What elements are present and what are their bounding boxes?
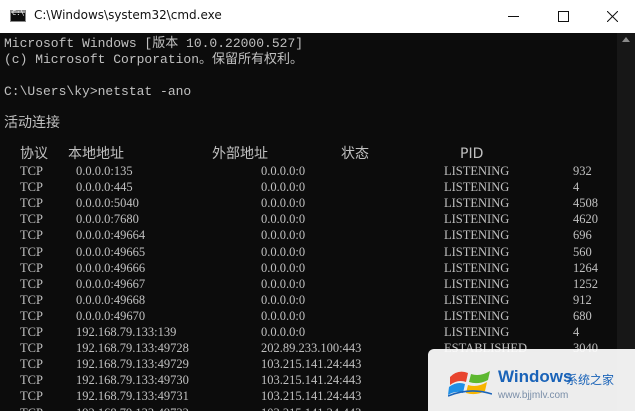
row-protocol: TCP	[20, 292, 43, 307]
header-protocol: 协议	[20, 146, 48, 162]
header-pid: PID	[460, 146, 484, 162]
row-pid: 4	[573, 180, 580, 195]
row-local-address: 192.168.79.133:49729	[76, 357, 189, 372]
row-foreign-address: 0.0.0.0:0	[261, 244, 306, 259]
row-local-address: 192.168.79.133:49728	[76, 341, 189, 356]
row-protocol: TCP	[20, 164, 43, 178]
cmd-window: C:\Windows\system32\cmd.exe Microsoft Wi…	[0, 0, 635, 411]
row-protocol: TCP	[20, 341, 43, 356]
minimize-button[interactable]	[490, 0, 536, 33]
row-foreign-address: 0.0.0.0:0	[261, 308, 306, 323]
watermark-title: Windows	[498, 367, 573, 386]
row-foreign-address: 0.0.0.0:0	[261, 180, 306, 195]
row-protocol: TCP	[20, 196, 43, 211]
row-pid: 4620	[573, 212, 598, 227]
row-local-address: 192.168.79.133:49731	[76, 389, 189, 404]
row-foreign-address: 0.0.0.0:0	[261, 212, 306, 227]
row-protocol: TCP	[20, 244, 43, 259]
row-local-address: 0.0.0.0:135	[76, 164, 133, 178]
close-icon	[607, 11, 618, 22]
row-foreign-address: 103.215.141.24:443	[261, 357, 362, 372]
row-protocol: TCP	[20, 180, 43, 195]
row-state: LISTENING	[444, 325, 510, 339]
row-foreign-address: 103.215.141.24:443	[261, 373, 362, 388]
row-protocol: TCP	[20, 389, 43, 404]
row-local-address: 0.0.0.0:49670	[76, 308, 146, 323]
row-local-address: 0.0.0.0:7680	[76, 212, 139, 227]
row-state: LISTENING	[444, 308, 510, 323]
site-watermark: Windows 系统之家 www.bjjmlv.com	[428, 349, 635, 411]
row-protocol: TCP	[20, 405, 43, 411]
row-foreign-address: 0.0.0.0:0	[261, 228, 306, 243]
watermark-url: www.bjjmlv.com	[498, 390, 569, 401]
console-app-icon	[10, 9, 26, 22]
row-local-address: 0.0.0.0:49667	[76, 276, 146, 291]
header-foreign-address: 外部地址	[212, 146, 268, 162]
maximize-button[interactable]	[540, 0, 586, 33]
row-local-address: 0.0.0.0:49668	[76, 292, 146, 307]
scroll-up-arrow-icon[interactable]	[622, 37, 630, 42]
row-protocol: TCP	[20, 276, 43, 291]
row-state: LISTENING	[444, 276, 510, 291]
row-local-address: 0.0.0.0:49666	[76, 260, 146, 275]
row-state: LISTENING	[444, 260, 510, 275]
row-protocol: TCP	[20, 228, 43, 243]
row-local-address: 192.168.79.133:139	[76, 325, 177, 339]
row-foreign-address: 103.215.141.24:443	[261, 389, 362, 404]
banner-copyright-line: (c) Microsoft Corporation。保留所有权利。	[4, 52, 304, 67]
title-bar[interactable]: C:\Windows\system32\cmd.exe	[0, 0, 635, 33]
row-pid: 4508	[573, 196, 598, 211]
minimize-icon	[508, 16, 519, 17]
windows-logo-icon	[448, 371, 492, 397]
row-pid: 560	[573, 244, 592, 259]
row-foreign-address: 0.0.0.0:0	[261, 260, 306, 275]
row-pid: 680	[573, 308, 592, 323]
row-protocol: TCP	[20, 325, 43, 339]
row-protocol: TCP	[20, 357, 43, 372]
row-foreign-address: 0.0.0.0:0	[261, 325, 306, 339]
active-connections-title: 活动连接	[4, 115, 60, 131]
window-title: C:\Windows\system32\cmd.exe	[34, 8, 222, 22]
row-state: LISTENING	[444, 244, 510, 259]
row-foreign-address: 202.89.233.100:443	[261, 341, 362, 356]
row-pid: 932	[573, 164, 592, 178]
close-button[interactable]	[589, 0, 635, 33]
row-protocol: TCP	[20, 308, 43, 323]
banner-version-line: Microsoft Windows [版本 10.0.22000.527]	[4, 36, 304, 51]
row-state: LISTENING	[444, 228, 510, 243]
row-foreign-address: 0.0.0.0:0	[261, 164, 306, 178]
row-state: LISTENING	[444, 212, 510, 227]
row-foreign-address: 0.0.0.0:0	[261, 276, 306, 291]
row-protocol: TCP	[20, 212, 43, 227]
row-local-address: 0.0.0.0:445	[76, 180, 133, 195]
row-foreign-address: 0.0.0.0:0	[261, 196, 306, 211]
watermark-subtitle: 系统之家	[566, 373, 615, 387]
row-local-address: 0.0.0.0:49664	[76, 228, 146, 243]
row-pid: 4	[573, 325, 580, 339]
row-local-address: 192.168.79.133:49730	[76, 373, 189, 388]
row-state: LISTENING	[444, 164, 510, 178]
maximize-icon	[558, 11, 569, 22]
row-pid: 696	[573, 228, 592, 243]
header-state: 状态	[341, 146, 369, 162]
row-local-address: 0.0.0.0:5040	[76, 196, 139, 211]
row-pid: 1264	[573, 260, 598, 275]
row-pid: 912	[573, 292, 592, 307]
row-state: LISTENING	[444, 196, 510, 211]
row-local-address: 0.0.0.0:49665	[76, 244, 146, 259]
row-foreign-address: 103.215.141.24:443	[261, 405, 361, 411]
command-prompt-line: C:\Users\ky>netstat -ano	[4, 84, 192, 99]
header-local-address: 本地地址	[68, 146, 124, 162]
row-pid: 1252	[573, 276, 598, 291]
row-state: LISTENING	[444, 180, 510, 195]
row-state: LISTENING	[444, 292, 510, 307]
row-protocol: TCP	[20, 373, 43, 388]
row-local-address: 192.168.79.133:49732	[76, 405, 189, 411]
row-protocol: TCP	[20, 260, 43, 275]
row-foreign-address: 0.0.0.0:0	[261, 292, 306, 307]
